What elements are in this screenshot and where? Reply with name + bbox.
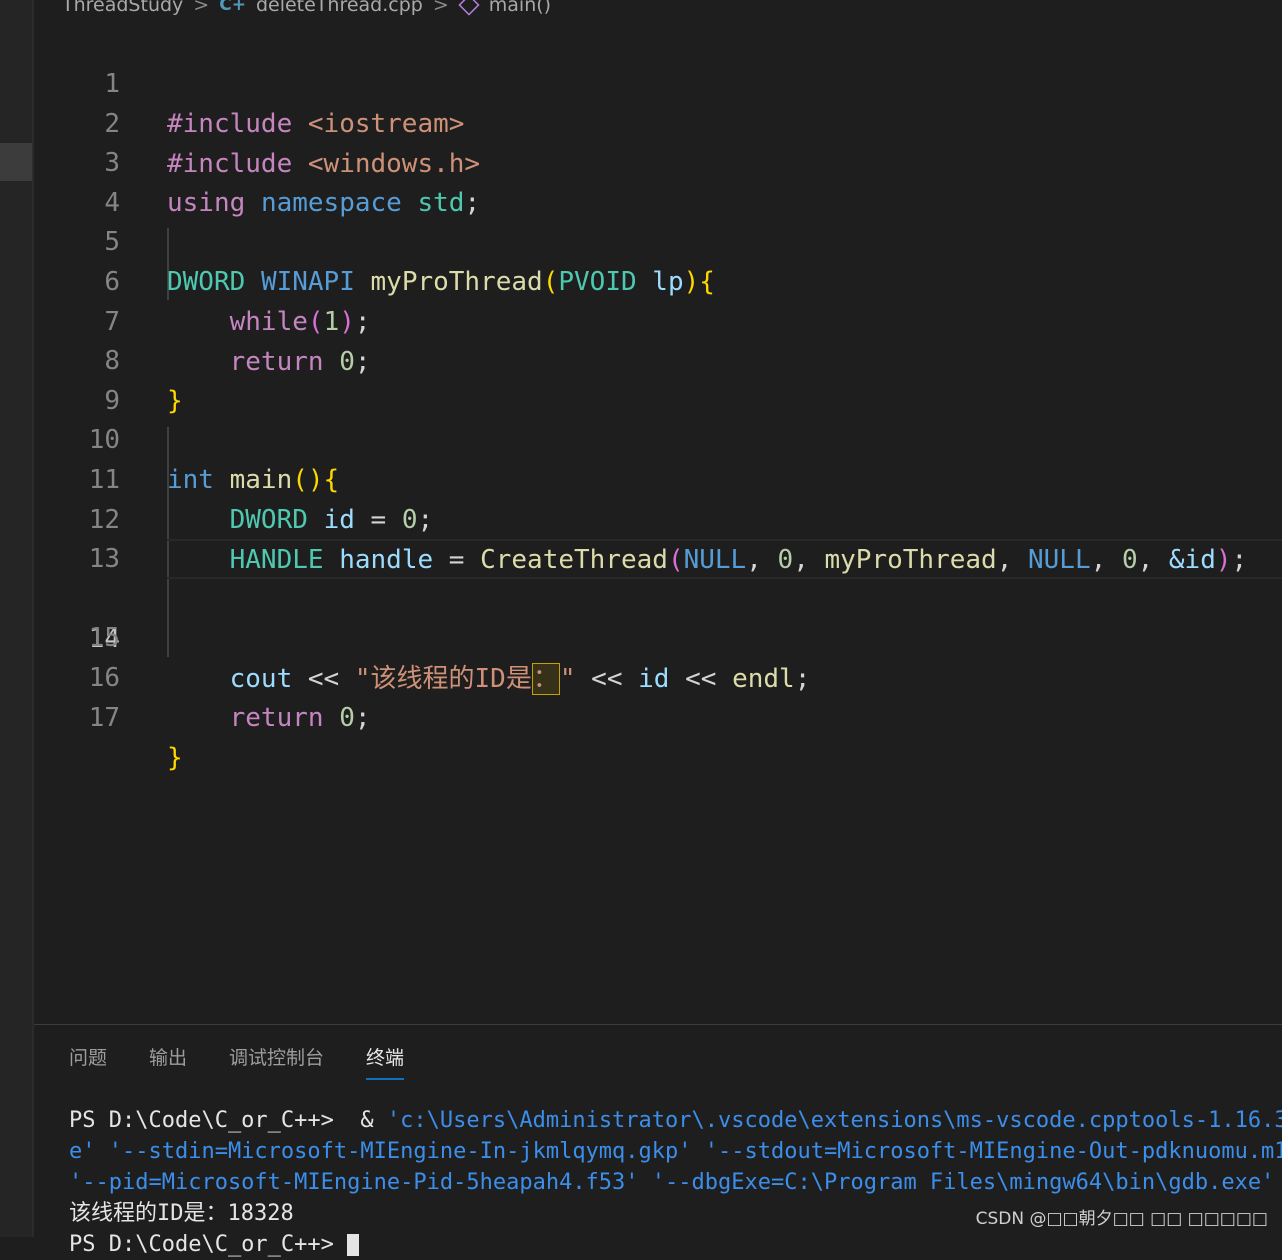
code-line[interactable]: 16 return 0;	[34, 618, 1282, 733]
code-line[interactable]: 3 using namespace std;	[34, 103, 1282, 218]
terminal-prompt-line: PS D:\Code\C_or_C++>	[69, 1229, 1282, 1260]
tab-output[interactable]: 输出	[149, 1043, 187, 1080]
breadcrumb-symbol[interactable]: main()	[489, 0, 551, 16]
line-number: 17	[88, 703, 120, 733]
cpp-file-icon: C+	[219, 0, 246, 15]
terminal-line: '--pid=Microsoft-MIEngine-Pid-5heapah4.f…	[69, 1170, 1282, 1195]
code-line[interactable]: 12 HANDLE handle = CreateThread(NULL, 0,…	[34, 460, 1282, 575]
tab-debug-console[interactable]: 调试控制台	[229, 1043, 324, 1080]
code-editor[interactable]: 1 #include <iostream> 2 #include <window…	[34, 24, 1282, 1024]
terminal-cursor	[347, 1234, 360, 1256]
tab-terminal[interactable]: 终端	[366, 1043, 405, 1080]
code-line[interactable]: 17 }	[34, 658, 1282, 773]
code-line[interactable]: 6 while(1);	[34, 222, 1282, 337]
method-cube-icon	[458, 0, 480, 16]
code-line[interactable]: 9	[34, 341, 1282, 416]
code-line-current[interactable]: 14 cout << "该线程的ID是：" << id << endl;	[34, 539, 1282, 695]
panel-tabs: 问题 输出 调试控制台 终端	[69, 1043, 405, 1080]
code-line[interactable]: 13	[34, 499, 1282, 574]
breadcrumb-file[interactable]: deleteThread.cpp	[256, 0, 423, 16]
current-line-highlight	[167, 539, 1282, 579]
activity-bar-active-item[interactable]	[0, 143, 32, 181]
code-line[interactable]: 10 int main(){	[34, 380, 1282, 495]
tab-problems[interactable]: 问题	[69, 1043, 107, 1080]
chevron-right-icon: >	[193, 0, 210, 16]
code-line[interactable]: 5 DWORD WINAPI myProThread(PVOID lp){	[34, 182, 1282, 297]
code-line[interactable]: 1 #include <iostream>	[34, 24, 1282, 139]
code-line[interactable]: 15	[34, 578, 1282, 653]
watermark: CSDN @□□朝夕□□ □□ □□□□□	[975, 1204, 1268, 1229]
breadcrumb: ThreadStudy > C+ deleteThread.cpp > main…	[62, 0, 551, 18]
code-line[interactable]: 2 #include <windows.h>	[34, 64, 1282, 179]
breadcrumb-folder[interactable]: ThreadStudy	[62, 0, 183, 16]
terminal-line: PS D:\Code\C_or_C++> & 'c:\Users\Adminis…	[69, 1108, 1282, 1133]
code-line[interactable]: 8 }	[34, 301, 1282, 416]
code-line[interactable]: 11 DWORD id = 0;	[34, 420, 1282, 535]
chevron-right-icon: >	[432, 0, 449, 16]
code-line[interactable]: 7 return 0;	[34, 262, 1282, 377]
terminal-line: e' '--stdin=Microsoft-MIEngine-In-jkmlqy…	[69, 1139, 1282, 1164]
code-line[interactable]: 4	[34, 143, 1282, 218]
activity-bar	[0, 0, 32, 1237]
